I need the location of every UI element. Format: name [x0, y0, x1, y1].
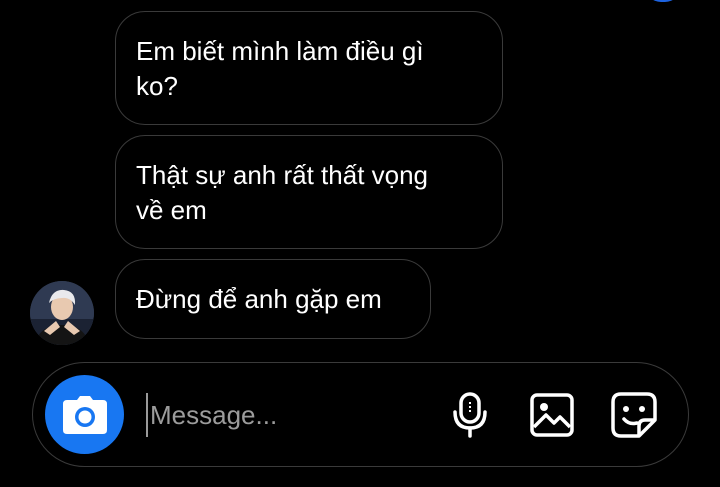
gallery-button[interactable] — [528, 391, 576, 439]
message-bubble[interactable]: Đừng để anh gặp em — [115, 259, 431, 339]
microphone-icon — [453, 392, 487, 438]
top-indicator — [645, 0, 681, 2]
camera-button[interactable] — [45, 375, 124, 454]
sticker-button[interactable] — [610, 391, 658, 439]
message-text-line: về em — [136, 195, 207, 225]
message-text-line: Đừng để anh gặp em — [136, 284, 382, 314]
sender-avatar[interactable] — [30, 281, 94, 345]
sticker-icon — [611, 392, 657, 438]
message-input[interactable] — [146, 393, 416, 437]
message-bubble[interactable]: Thật sự anh rất thất vọng về em — [115, 135, 503, 249]
message-text-line: Em biết mình làm điều gì — [136, 36, 424, 66]
message-text-line: ko? — [136, 71, 178, 101]
message-text-line: Thật sự anh rất thất vọng — [136, 160, 429, 190]
message-composer — [32, 362, 689, 467]
microphone-button[interactable] — [446, 391, 494, 439]
avatar-photo — [30, 281, 94, 345]
message-bubble[interactable]: Em biết mình làm điều gì ko? — [115, 11, 503, 125]
camera-icon — [62, 395, 107, 434]
image-icon — [530, 393, 574, 437]
